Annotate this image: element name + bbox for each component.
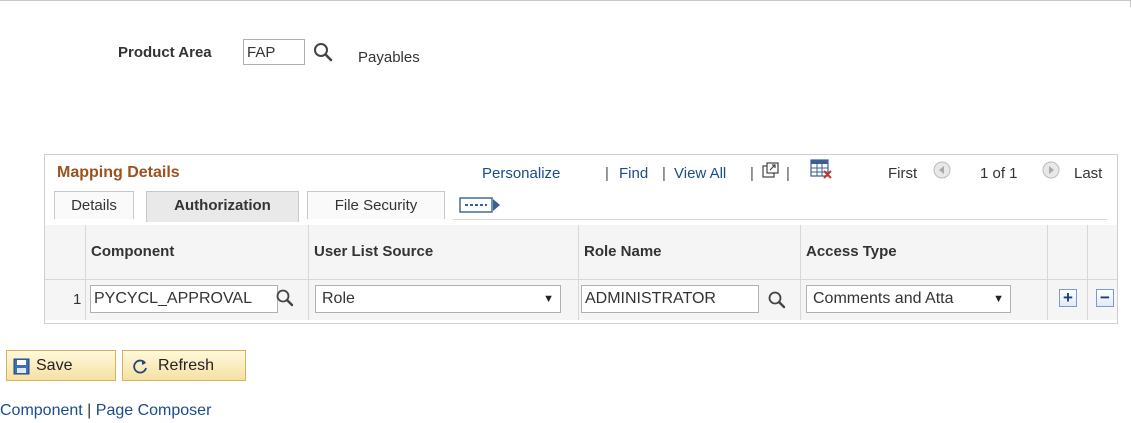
new-window-icon[interactable]: [762, 162, 780, 179]
nav-separator: |: [750, 165, 754, 182]
access-type-value: Comments and Atta: [813, 290, 954, 307]
refresh-button[interactable]: Refresh: [122, 350, 246, 381]
nav-separator: |: [662, 165, 666, 182]
component-input[interactable]: PYCYCL_APPROVAL: [90, 285, 278, 313]
download-spreadsheet-icon[interactable]: [810, 159, 832, 179]
grid-title: Mapping Details: [57, 164, 180, 181]
user-list-source-value: Role: [322, 290, 355, 307]
save-button[interactable]: Save: [6, 350, 116, 381]
nav-separator: |: [786, 165, 790, 182]
access-type-select[interactable]: Comments and Atta ▼: [806, 285, 1011, 313]
delete-row-cell: −: [1087, 280, 1117, 320]
last-label: Last: [1074, 165, 1103, 182]
find-link[interactable]: Find: [619, 165, 648, 182]
refresh-label: Refresh: [158, 357, 215, 374]
column-header-component[interactable]: Component: [85, 225, 308, 279]
component-link[interactable]: Component: [0, 402, 83, 419]
save-icon: [13, 358, 30, 375]
tab-authorization[interactable]: Authorization: [146, 191, 299, 222]
row-range: 1 of 1: [980, 165, 1018, 182]
next-arrow-icon[interactable]: [1042, 161, 1060, 179]
save-label: Save: [36, 357, 73, 374]
role-name-lookup-icon[interactable]: [767, 290, 787, 310]
column-header-spacer: [1047, 225, 1087, 279]
role-name-input[interactable]: ADMINISTRATOR: [581, 285, 759, 313]
dropdown-arrow-icon: ▼: [543, 293, 554, 305]
row-number: 1: [73, 291, 82, 308]
dropdown-arrow-icon: ▼: [991, 286, 1004, 312]
nav-separator: |: [605, 165, 609, 182]
component-lookup-icon[interactable]: [275, 288, 295, 308]
tab-file-security[interactable]: File Security: [307, 191, 445, 219]
previous-arrow-icon[interactable]: [933, 161, 951, 179]
table-header-row: Component User List Source Role Name Acc…: [45, 225, 1117, 280]
column-header-access-type[interactable]: Access Type: [800, 225, 1047, 279]
user-list-source-select[interactable]: Role ▼: [315, 285, 561, 313]
user-list-source-cell: Role ▼: [308, 280, 578, 320]
refresh-icon: [133, 359, 147, 374]
mapping-details-grid: Mapping Details Personalize | Find | Vie…: [44, 154, 1118, 324]
lookup-icon[interactable]: [312, 41, 334, 63]
tab-underline: [453, 219, 1107, 222]
role-name-cell: ADMINISTRATOR: [578, 280, 800, 320]
product-area-input[interactable]: [243, 39, 305, 65]
first-label: First: [888, 165, 918, 182]
show-all-columns-icon[interactable]: [459, 197, 501, 213]
delete-row-button[interactable]: −: [1096, 289, 1114, 307]
add-row-cell: +: [1047, 280, 1087, 320]
column-header-spacer: [1087, 225, 1117, 279]
view-all-link[interactable]: View All: [674, 165, 726, 182]
footer-links: Component | Page Composer: [0, 402, 211, 420]
table-row: 1 PYCYCL_APPROVAL Role ▼ ADMINISTRATOR C…: [45, 280, 1117, 320]
column-header-role-name[interactable]: Role Name: [578, 225, 800, 279]
add-row-button[interactable]: +: [1059, 289, 1077, 307]
tab-details[interactable]: Details: [54, 191, 134, 219]
product-area-description: Payables: [358, 49, 420, 66]
page-composer-link[interactable]: Page Composer: [96, 402, 212, 419]
component-cell: PYCYCL_APPROVAL: [85, 280, 308, 320]
grid-tabs: Details Authorization File Security: [45, 188, 1117, 222]
footer-separator: |: [87, 402, 92, 419]
access-type-cell: Comments and Atta ▼: [800, 280, 1047, 320]
product-area-label: Product Area: [118, 44, 212, 61]
top-border: [0, 0, 1131, 7]
column-header-user-list-source[interactable]: User List Source: [308, 225, 578, 279]
grid-header: Mapping Details Personalize | Find | Vie…: [45, 155, 1117, 188]
personalize-link[interactable]: Personalize: [482, 165, 560, 182]
